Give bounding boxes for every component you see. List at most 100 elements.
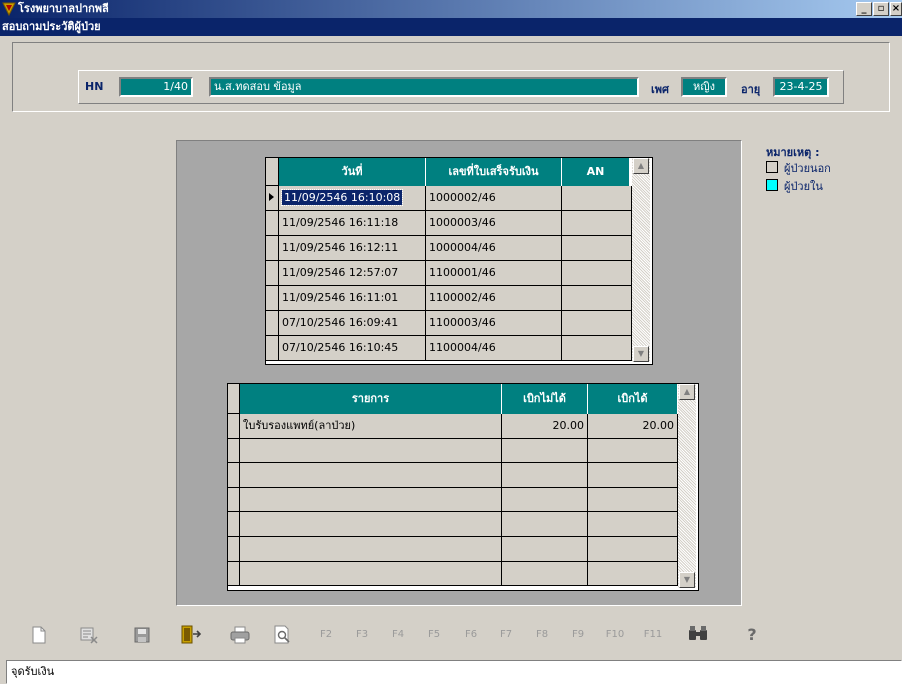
row-indicator[interactable]: [266, 236, 279, 261]
row-indicator[interactable]: [228, 537, 240, 562]
scroll-up-button[interactable]: ▲: [633, 158, 649, 174]
item-claimable-cell[interactable]: [588, 561, 678, 587]
hn-field[interactable]: 1/40: [119, 77, 193, 97]
item-name-cell[interactable]: [240, 463, 502, 488]
row-indicator[interactable]: [266, 286, 279, 311]
age-field[interactable]: 23-4-25: [773, 77, 829, 97]
row-indicator[interactable]: [228, 487, 240, 513]
column-header-date[interactable]: วันที่: [279, 158, 426, 186]
item-claimable-cell[interactable]: [588, 512, 678, 537]
hospital-logo-icon: [2, 2, 16, 16]
receipt-number-cell[interactable]: 1100001/46: [426, 261, 562, 286]
receipt-an-cell[interactable]: [562, 286, 632, 311]
item-name-cell[interactable]: [240, 561, 502, 587]
exit-icon[interactable]: [180, 625, 202, 645]
receipt-date-cell[interactable]: 11/09/2546 16:11:01: [279, 286, 426, 311]
f5-key[interactable]: F5: [424, 624, 444, 646]
item-name-cell[interactable]: [240, 487, 502, 513]
window-title: โรงพยาบาลปากพลี: [18, 2, 109, 15]
item-claimable-cell[interactable]: [588, 487, 678, 513]
items-scrollbar[interactable]: ▲ ▼: [678, 384, 696, 588]
f2-key[interactable]: F2: [316, 624, 336, 646]
column-header-an[interactable]: AN: [562, 158, 630, 186]
item-not-claimable-cell[interactable]: [502, 463, 588, 488]
receipt-number-cell[interactable]: 1000002/46: [426, 186, 562, 211]
status-bar: จุดรับเงิน: [6, 660, 902, 684]
item-not-claimable-cell[interactable]: [502, 561, 588, 587]
help-icon[interactable]: ?: [744, 624, 760, 646]
item-not-claimable-cell[interactable]: [502, 438, 588, 464]
receipt-date-cell[interactable]: 11/09/2546 12:57:07: [279, 261, 426, 286]
row-indicator[interactable]: [228, 414, 240, 439]
item-not-claimable-cell[interactable]: [502, 512, 588, 537]
receipt-an-cell[interactable]: [562, 186, 632, 211]
row-indicator[interactable]: [266, 261, 279, 286]
row-indicator[interactable]: [266, 311, 279, 336]
receipt-date-cell[interactable]: 11/09/2546 16:10:08: [279, 186, 426, 211]
receipt-number-cell[interactable]: 1000004/46: [426, 236, 562, 261]
minimize-button[interactable]: _: [856, 2, 872, 16]
receipt-an-cell[interactable]: [562, 211, 632, 236]
scroll-down-button[interactable]: ▼: [679, 572, 695, 588]
item-name-cell[interactable]: [240, 438, 502, 464]
item-claimable-cell[interactable]: 20.00: [588, 414, 678, 439]
receipt-number-cell[interactable]: 1000003/46: [426, 211, 562, 236]
f4-key[interactable]: F4: [388, 624, 408, 646]
f10-key[interactable]: F10: [602, 624, 628, 646]
f8-key[interactable]: F8: [532, 624, 552, 646]
item-not-claimable-cell[interactable]: [502, 487, 588, 513]
row-indicator[interactable]: [228, 463, 240, 488]
column-header-receipt[interactable]: เลขที่ใบเสร็จรับเงิน: [426, 158, 562, 186]
receipt-date-cell[interactable]: 11/09/2546 16:11:18: [279, 211, 426, 236]
print-preview-icon[interactable]: [274, 625, 292, 645]
column-header-item[interactable]: รายการ: [240, 384, 502, 414]
receipt-an-cell[interactable]: [562, 236, 632, 261]
row-indicator[interactable]: [228, 512, 240, 537]
f6-key[interactable]: F6: [461, 624, 481, 646]
row-indicator[interactable]: [266, 336, 279, 361]
receipt-an-cell[interactable]: [562, 311, 632, 336]
item-claimable-cell[interactable]: [588, 438, 678, 464]
item-not-claimable-cell[interactable]: [502, 537, 588, 562]
receipt-number-cell[interactable]: 1100002/46: [426, 286, 562, 311]
row-indicator[interactable]: [266, 211, 279, 236]
f3-key[interactable]: F3: [352, 624, 372, 646]
close-button[interactable]: ×: [890, 2, 902, 16]
row-indicator[interactable]: [266, 186, 279, 211]
item-not-claimable-cell[interactable]: 20.00: [502, 414, 588, 439]
item-claimable-cell[interactable]: [588, 537, 678, 562]
receipts-grid[interactable]: วันที่ เลขที่ใบเสร็จรับเงิน AN 11/09/254…: [265, 157, 653, 365]
receipt-date-cell[interactable]: 11/09/2546 16:12:11: [279, 236, 426, 261]
patient-name-field[interactable]: น.ส.ทดสอบ ข้อมูล: [209, 77, 639, 97]
receipt-date-cell[interactable]: 07/10/2546 16:10:45: [279, 336, 426, 361]
f7-key[interactable]: F7: [496, 624, 516, 646]
column-header-not-claimable[interactable]: เบิกไม่ได้: [502, 384, 588, 414]
legend-inpatient: ผู้ป่วยใน: [784, 180, 823, 193]
receipt-number-cell[interactable]: 1100004/46: [426, 336, 562, 361]
sex-field[interactable]: หญิง: [681, 77, 727, 97]
scroll-down-button[interactable]: ▼: [633, 346, 649, 362]
save-icon[interactable]: [134, 627, 150, 643]
item-name-cell[interactable]: ใบรับรองแพทย์(ลาป่วย): [240, 414, 502, 439]
search-binoculars-icon[interactable]: [688, 624, 708, 642]
row-indicator[interactable]: [228, 561, 240, 587]
receipt-an-cell[interactable]: [562, 336, 632, 361]
receipt-number-cell[interactable]: 1100003/46: [426, 311, 562, 336]
row-indicator[interactable]: [228, 438, 240, 464]
f11-key[interactable]: F11: [640, 624, 666, 646]
column-header-claimable[interactable]: เบิกได้: [588, 384, 678, 414]
item-name-cell[interactable]: [240, 512, 502, 537]
receipts-scrollbar[interactable]: ▲ ▼: [632, 158, 650, 362]
receipt-an-cell[interactable]: [562, 261, 632, 286]
f9-key[interactable]: F9: [568, 624, 588, 646]
item-name-cell[interactable]: [240, 537, 502, 562]
legend-panel: หมายเหตุ : ผู้ป่วยนอก ผู้ป่วยใน: [752, 140, 856, 206]
items-grid[interactable]: รายการ เบิกไม่ได้ เบิกได้ ใบรับรองแพทย์(…: [227, 383, 699, 591]
item-claimable-cell[interactable]: [588, 463, 678, 488]
new-document-icon[interactable]: [32, 626, 46, 644]
delete-record-icon[interactable]: [80, 626, 98, 644]
print-icon[interactable]: [230, 626, 250, 644]
scroll-up-button[interactable]: ▲: [679, 384, 695, 400]
restore-button[interactable]: ▫: [873, 2, 889, 16]
receipt-date-cell[interactable]: 07/10/2546 16:09:41: [279, 311, 426, 336]
